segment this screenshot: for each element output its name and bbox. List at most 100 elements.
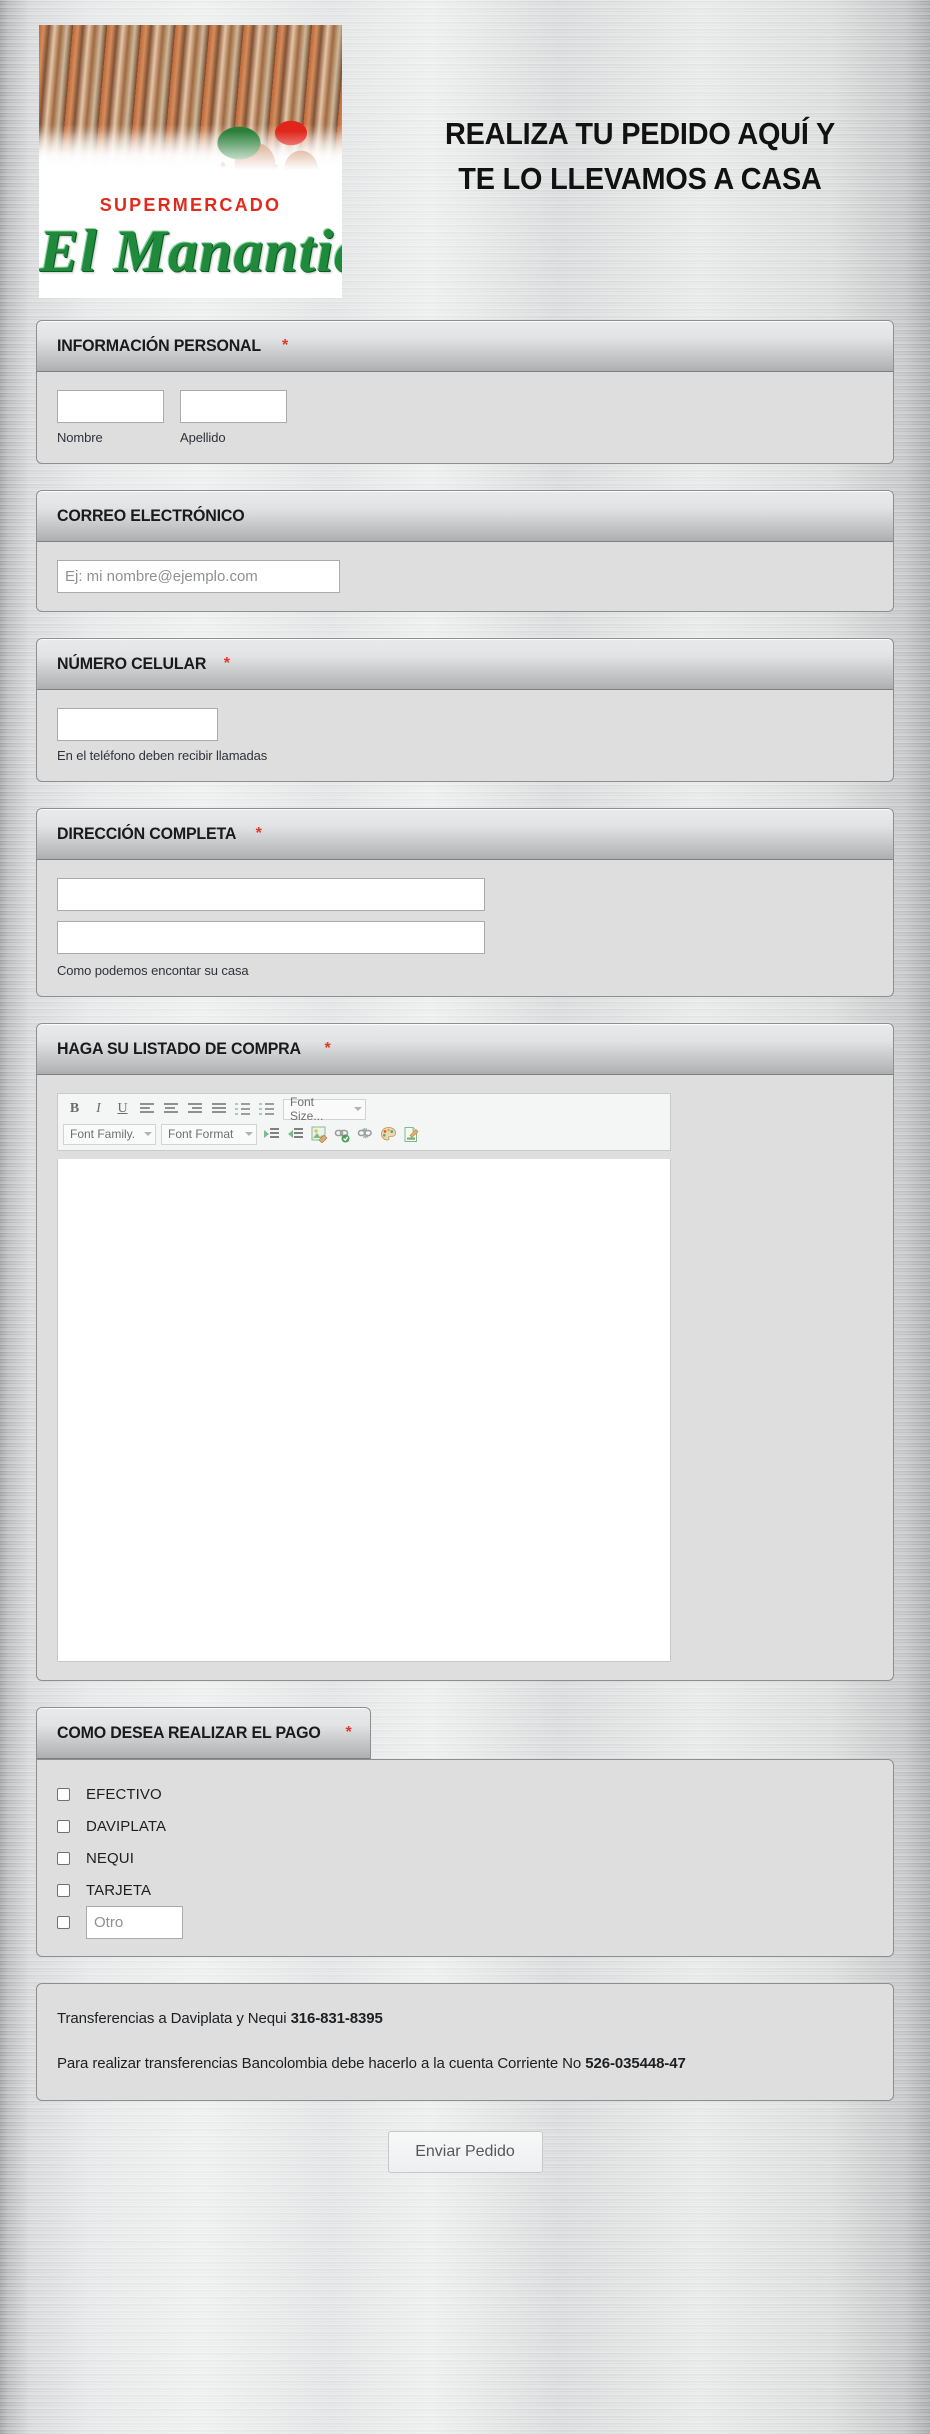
submit-area: Enviar Pedido: [0, 2131, 930, 2223]
bold-glyph: B: [69, 1101, 80, 1116]
section-personal-info: INFORMACIÓN PERSONAL * Nombre Apellido: [36, 320, 894, 464]
payment-option-otro[interactable]: [57, 1905, 873, 1939]
align-left-icon[interactable]: [135, 1098, 158, 1120]
phone-hint: En el teléfono deben recibir llamadas: [57, 748, 268, 763]
checkbox-tarjeta[interactable]: [57, 1883, 70, 1897]
page-title: REALIZA TU PEDIDO AQUÍ Y TE LO LLEVAMOS …: [389, 112, 891, 202]
remove-link-icon[interactable]: [354, 1124, 376, 1144]
checkbox-daviplata[interactable]: [57, 1819, 70, 1833]
address-hint: Como podemos encontar su casa: [57, 963, 249, 978]
first-name-label: Nombre: [57, 430, 103, 445]
section-shopping-list: HAGA SU LISTADO DE COMPRA * B I U Font S…: [36, 1023, 894, 1681]
transfer-info-line-2-text: Para realizar transferencias Bancolombia…: [57, 2055, 586, 2072]
section-body-address: Como podemos encontar su casa: [36, 860, 894, 997]
required-asterisk: *: [345, 1724, 352, 1741]
page-header: SUPERMERCADO El Manantial REALIZA TU PED…: [0, 0, 930, 320]
required-asterisk: *: [282, 337, 289, 354]
font-size-select[interactable]: Font Size...: [283, 1095, 366, 1123]
ordered-list-icon[interactable]: [231, 1098, 254, 1120]
section-body-phone: En el teléfono deben recibir llamadas: [36, 690, 894, 782]
indent-icon[interactable]: [260, 1123, 283, 1145]
align-justify-icon[interactable]: [207, 1098, 230, 1120]
order-form-page: SUPERMERCADO El Manantial REALIZA TU PED…: [0, 0, 930, 2263]
daviplata-nequi-number: 316-831-8395: [290, 2010, 383, 2027]
align-right-icon[interactable]: [183, 1098, 206, 1120]
italic-glyph: I: [96, 1101, 101, 1116]
italic-icon[interactable]: I: [87, 1098, 110, 1120]
section-title-email: CORREO ELECTRÓNICO: [57, 506, 245, 525]
first-name-group: Nombre: [57, 390, 164, 445]
section-header-phone: NÚMERO CELULAR *: [36, 638, 894, 690]
first-name-input[interactable]: [57, 390, 164, 423]
checkbox-nequi[interactable]: [57, 1851, 70, 1865]
editor-toolbar-row-1: B I U Font Size...: [63, 1095, 665, 1123]
insert-link-icon[interactable]: [331, 1124, 353, 1144]
editor-toolbar-row-2: Font Family. Font Format: [63, 1123, 665, 1145]
section-body-shopping-list: B I U Font Size... Font Family. Font For…: [36, 1075, 894, 1681]
section-header-personal-info: INFORMACIÓN PERSONAL *: [36, 320, 894, 372]
underline-glyph: U: [117, 1101, 128, 1116]
transfer-info-line-2: Para realizar transferencias Bancolombia…: [57, 2055, 873, 2072]
section-body-personal-info: Nombre Apellido: [36, 372, 894, 464]
bancolombia-account-number: 526-035448-47: [585, 2055, 686, 2072]
phone-input[interactable]: [57, 708, 218, 741]
logo-store-name: El Manantial: [39, 218, 342, 284]
payment-option-efectivo[interactable]: EFECTIVO: [57, 1778, 873, 1810]
font-family-select[interactable]: Font Family.: [63, 1123, 156, 1145]
payment-option-label: DAVIPLATA: [86, 1817, 167, 1835]
unordered-list-icon[interactable]: [255, 1098, 278, 1120]
rich-text-editor: B I U Font Size... Font Family. Font For…: [57, 1093, 671, 1662]
form-body: INFORMACIÓN PERSONAL * Nombre Apellido C…: [0, 320, 930, 2263]
logo-photo-background: [39, 25, 342, 223]
transfer-info-line-1: Transferencias a Daviplata y Nequi 316-8…: [57, 2010, 873, 2027]
align-center-icon[interactable]: [159, 1098, 182, 1120]
page-title-line1: REALIZA TU PEDIDO AQUÍ Y: [444, 116, 836, 151]
section-body-payment-method: EFECTIVO DAVIPLATA NEQUI TARJETA: [36, 1759, 894, 1957]
section-header-shopping-list: HAGA SU LISTADO DE COMPRA *: [36, 1023, 894, 1075]
section-title-personal-info: INFORMACIÓN PERSONAL: [57, 336, 261, 355]
bold-icon[interactable]: B: [63, 1098, 86, 1120]
transfer-info-panel: Transferencias a Daviplata y Nequi 316-8…: [36, 1983, 894, 2101]
logo-supermercado-text: SUPERMERCADO: [99, 195, 282, 215]
section-email: CORREO ELECTRÓNICO: [36, 490, 894, 612]
payment-option-daviplata[interactable]: DAVIPLATA: [57, 1810, 873, 1842]
required-asterisk: *: [255, 825, 262, 842]
shopping-list-editor-body[interactable]: [57, 1159, 671, 1662]
section-header-address: DIRECCIÓN COMPLETA *: [36, 808, 894, 860]
chevron-down-icon: [245, 1132, 253, 1136]
section-body-email: [36, 542, 894, 612]
last-name-group: Apellido: [180, 390, 287, 445]
store-logo: SUPERMERCADO El Manantial: [39, 25, 342, 298]
transfer-info-line-1-text: Transferencias a Daviplata y Nequi: [57, 2010, 291, 2027]
section-header-email: CORREO ELECTRÓNICO: [36, 490, 894, 542]
submit-order-button[interactable]: Enviar Pedido: [387, 2131, 543, 2173]
payment-other-input[interactable]: [86, 1905, 183, 1939]
edit-image-icon[interactable]: [308, 1124, 330, 1144]
color-palette-icon[interactable]: [377, 1124, 399, 1144]
last-name-input[interactable]: [180, 390, 287, 423]
section-title-shopping-list: HAGA SU LISTADO DE COMPRA: [57, 1039, 301, 1058]
payment-option-label: EFECTIVO: [86, 1785, 162, 1803]
section-title-payment-method: COMO DESEA REALIZAR EL PAGO: [57, 1723, 321, 1742]
payment-option-label: NEQUI: [86, 1849, 135, 1867]
section-phone: NÚMERO CELULAR * En el teléfono deben re…: [36, 638, 894, 782]
section-header-payment-method: COMO DESEA REALIZAR EL PAGO *: [36, 1707, 371, 1759]
email-input[interactable]: [57, 560, 340, 593]
chevron-down-icon: [354, 1107, 362, 1111]
last-name-label: Apellido: [180, 430, 226, 445]
checkbox-otro[interactable]: [57, 1915, 70, 1929]
checkbox-efectivo[interactable]: [57, 1787, 70, 1801]
payment-option-nequi[interactable]: NEQUI: [57, 1842, 873, 1874]
outdent-icon[interactable]: [284, 1123, 307, 1145]
section-payment-method: COMO DESEA REALIZAR EL PAGO * EFECTIVO D…: [36, 1707, 894, 1957]
source-code-icon[interactable]: [400, 1124, 422, 1144]
font-format-select[interactable]: Font Format: [161, 1123, 257, 1145]
payment-option-label: TARJETA: [86, 1881, 152, 1899]
address-line2-input[interactable]: [57, 921, 485, 954]
page-title-line2: TE LO LLEVAMOS A CASA: [458, 160, 822, 196]
font-format-label: Font Format: [168, 1127, 234, 1141]
address-line1-input[interactable]: [57, 878, 485, 911]
payment-option-tarjeta[interactable]: TARJETA: [57, 1874, 873, 1906]
underline-icon[interactable]: U: [111, 1098, 134, 1120]
section-title-address: DIRECCIÓN COMPLETA: [57, 824, 237, 843]
